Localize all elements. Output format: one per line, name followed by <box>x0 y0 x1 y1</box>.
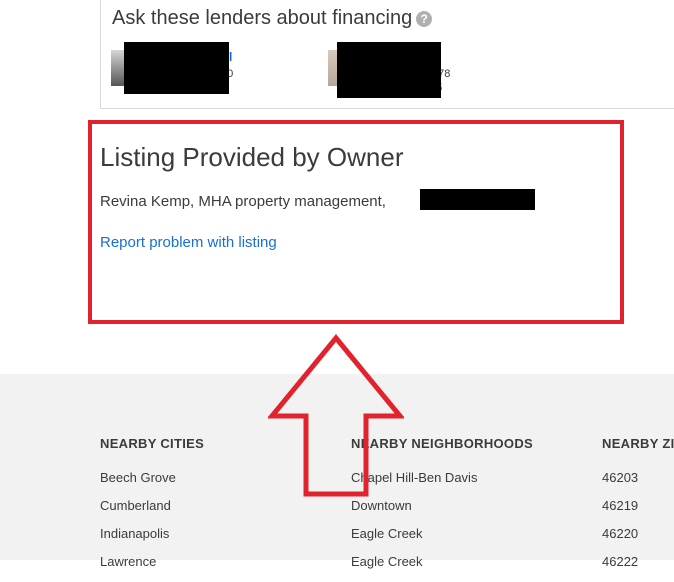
nearby-cities-heading: NEARBY CITIES <box>100 436 205 451</box>
nearby-zip-link[interactable]: 46219 <box>602 498 674 526</box>
listing-owner-title: Listing Provided by Owner <box>100 142 404 172</box>
nearby-city-link[interactable]: Cumberland <box>100 498 204 526</box>
arrow-outline <box>268 334 404 497</box>
redaction-block <box>124 42 229 94</box>
financing-title: Ask these lenders about financing ? <box>112 7 433 30</box>
report-problem-link[interactable]: Report problem with listing <box>100 234 277 251</box>
redaction-block <box>337 42 441 98</box>
nearby-zips-heading: NEARBY ZI <box>602 436 674 451</box>
nearby-zip-link[interactable]: 46222 <box>602 554 674 582</box>
lender-card[interactable]: nel 00 <box>111 42 251 96</box>
nearby-neighborhood-link[interactable]: Downtown <box>351 498 533 526</box>
up-arrow-annotation <box>268 334 404 497</box>
lender-card[interactable]: e 378 35 <box>328 42 468 98</box>
nearby-city-link[interactable]: Beech Grove <box>100 470 204 498</box>
nearby-city-link[interactable]: Lawrence <box>100 554 204 582</box>
help-icon[interactable]: ? <box>416 10 433 27</box>
nearby-cities-column: NEARBY CITIES Beech Grove Cumberland Ind… <box>100 436 204 582</box>
listing-owner-text: Revina Kemp, MHA property management, <box>100 193 386 210</box>
nearby-zip-link[interactable]: 46203 <box>602 470 674 498</box>
financing-panel: Ask these lenders about financing ? nel … <box>100 0 674 109</box>
financing-title-text: Ask these lenders about financing <box>112 7 413 29</box>
nearby-zips-column: NEARBY ZI 46203 46219 46220 46222 <box>602 436 674 582</box>
redaction-block <box>420 189 535 210</box>
nearby-city-link[interactable]: Indianapolis <box>100 526 204 554</box>
nearby-zip-link[interactable]: 46220 <box>602 526 674 554</box>
nearby-neighborhood-link[interactable]: Eagle Creek <box>351 526 533 554</box>
nearby-neighborhood-link[interactable]: Eagle Creek <box>351 554 533 582</box>
